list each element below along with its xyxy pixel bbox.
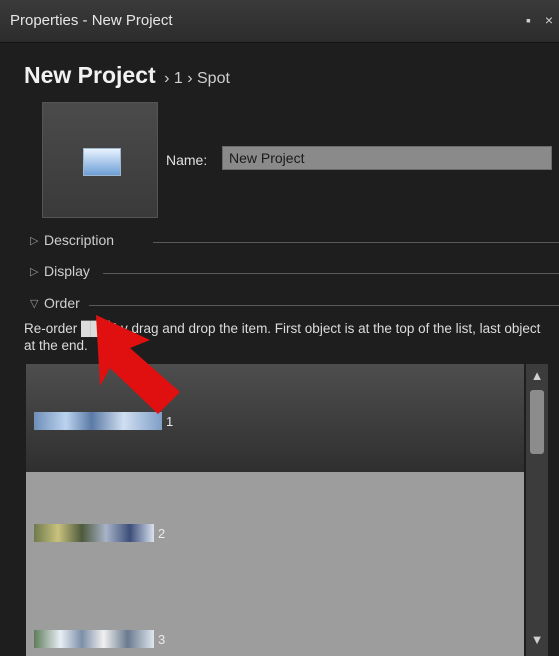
- scroll-down-icon[interactable]: ▼: [526, 632, 548, 650]
- close-icon[interactable]: ×: [545, 12, 553, 28]
- order-hint-text: Re-order ███ by drag and drop the item. …: [24, 321, 541, 353]
- item-thumbnail-strip: [34, 524, 154, 542]
- pin-icon[interactable]: ▪︎: [526, 12, 531, 28]
- item-thumbnail-strip: [34, 412, 162, 430]
- section-divider: [103, 273, 559, 274]
- collapse-arrow-icon: ▽: [30, 298, 39, 310]
- project-thumbnail[interactable]: [42, 102, 158, 218]
- item-label: 1: [166, 414, 174, 429]
- expand-arrow-icon: ▷: [30, 266, 39, 278]
- section-order[interactable]: ▽ Order: [26, 295, 559, 315]
- order-list[interactable]: 1 2 3: [26, 364, 524, 656]
- item-label: 3: [158, 632, 166, 647]
- list-item[interactable]: 1: [26, 364, 524, 472]
- section-display[interactable]: ▷ Display: [26, 263, 559, 283]
- section-description[interactable]: ▷ Description: [26, 232, 559, 252]
- panel-title: Properties - New Project: [10, 12, 173, 29]
- image-icon: [83, 148, 121, 176]
- section-order-label: Order: [44, 295, 80, 311]
- breadcrumb-project[interactable]: New Project: [24, 62, 156, 88]
- list-scrollbar[interactable]: ▲ ▼: [526, 364, 548, 656]
- list-item[interactable]: 3: [26, 580, 524, 656]
- section-display-label: Display: [44, 263, 90, 279]
- breadcrumb-path[interactable]: › 1 › Spot: [164, 70, 230, 87]
- item-label: 2: [158, 526, 166, 541]
- list-item[interactable]: 2: [26, 472, 524, 580]
- name-input[interactable]: [222, 146, 552, 170]
- expand-arrow-icon: ▷: [30, 235, 39, 247]
- item-thumbnail-strip: [34, 630, 154, 648]
- scroll-up-icon[interactable]: ▲: [526, 368, 548, 386]
- breadcrumb: New Project › 1 › Spot: [24, 62, 230, 89]
- section-description-label: Description: [44, 232, 115, 248]
- name-label: Name:: [166, 152, 208, 168]
- scroll-thumb[interactable]: [530, 390, 544, 454]
- section-divider: [89, 305, 559, 306]
- panel-title-bar: Properties - New Project ▪︎ ×: [0, 0, 559, 43]
- section-divider: [153, 242, 559, 243]
